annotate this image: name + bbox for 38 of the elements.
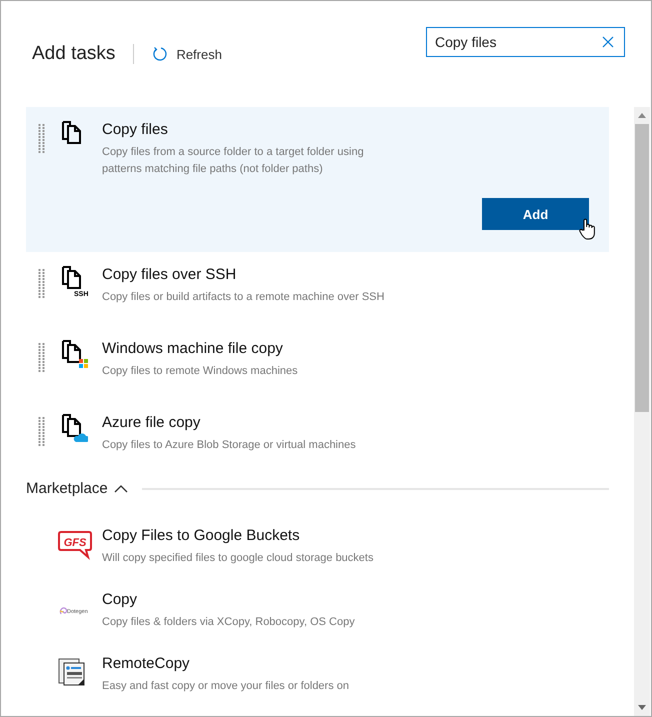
drag-handle-icon[interactable] bbox=[38, 124, 46, 154]
refresh-icon bbox=[152, 46, 168, 62]
drag-handle-icon[interactable] bbox=[38, 417, 46, 447]
extension-description: Easy and fast copy or move your files or folders on bbox=[102, 679, 350, 694]
scroll-down-icon[interactable] bbox=[638, 705, 646, 710]
logo-text: GFS bbox=[64, 537, 86, 549]
scroll-up-icon[interactable] bbox=[638, 113, 646, 118]
extension-description: Copy files & folders via XCopy, Robocopy, OS Copy bbox=[102, 615, 356, 630]
hand-cursor-icon bbox=[579, 218, 597, 240]
task-title: Copy files over SSH bbox=[102, 266, 238, 283]
refresh-button[interactable]: Refresh bbox=[152, 46, 222, 62]
close-icon[interactable] bbox=[602, 36, 614, 48]
extension-title: Copy Files to Google Buckets bbox=[102, 527, 301, 544]
scrollbar[interactable] bbox=[634, 107, 650, 716]
add-button[interactable]: Add bbox=[482, 198, 589, 230]
task-description: Copy files from a source folder to a target folder using patterns matching file paths (not folder paths) bbox=[102, 145, 365, 177]
task-description: Copy files to remote Windows machines bbox=[102, 364, 299, 379]
extension-title: RemoteCopy bbox=[102, 655, 191, 672]
extension-description: Will copy specified files to google cloud storage buckets bbox=[102, 551, 374, 566]
copy-files-icon bbox=[60, 414, 88, 444]
task-title: Copy files bbox=[102, 121, 169, 138]
task-item[interactable]: Windows machine file copy Copy files to remote Windows machines bbox=[26, 326, 609, 400]
panel-title: Add tasks bbox=[32, 43, 116, 65]
task-description: Copy files or build artifacts to a remote machine over SSH bbox=[102, 290, 386, 305]
scrollbar-thumb[interactable] bbox=[635, 124, 649, 412]
task-description: Copy files to Azure Blob Storage or virtual machines bbox=[102, 438, 357, 453]
document-icon bbox=[58, 658, 86, 688]
windows-logo-icon bbox=[79, 359, 88, 368]
task-item[interactable]: Azure file copy Copy files to Azure Blob Storage or virtual machines bbox=[26, 400, 609, 474]
search-field[interactable]: Copy files bbox=[426, 27, 625, 57]
section-heading: Marketplace bbox=[26, 480, 108, 497]
task-title: Azure file copy bbox=[102, 414, 202, 431]
task-title: Windows machine file copy bbox=[102, 340, 284, 357]
chevron-up-icon[interactable] bbox=[114, 484, 128, 494]
drag-handle-icon[interactable] bbox=[38, 343, 46, 373]
extension-title: Copy bbox=[102, 591, 138, 608]
task-item[interactable]: Copy files Copy files from a source folder to a target folder using patterns matching file paths (not folder paths) Add bbox=[26, 107, 609, 252]
drag-handle-icon[interactable] bbox=[38, 269, 46, 299]
